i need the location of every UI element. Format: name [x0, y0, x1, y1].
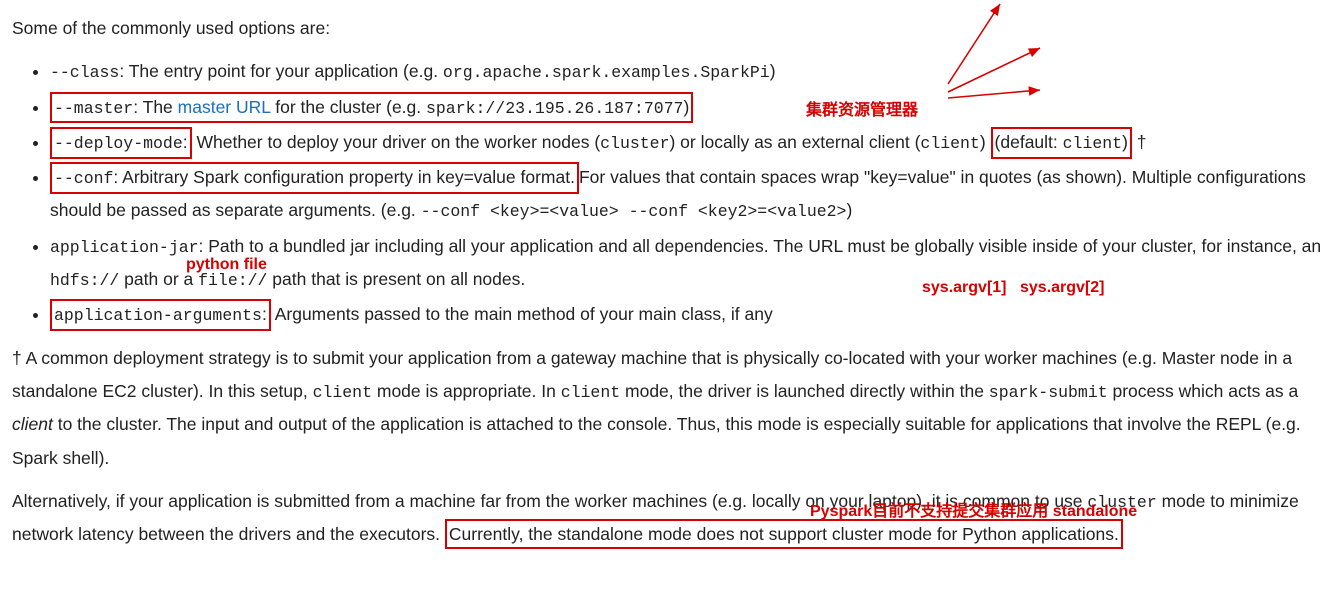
annot-python-file: python file	[186, 250, 267, 280]
annot-argv2: sys.argv[2]	[1020, 273, 1105, 303]
annot-cluster-manager: 集群资源管理器	[806, 96, 918, 126]
annotation-arrows	[0, 0, 1341, 400]
annot-argv1: sys.argv[1]	[922, 273, 1007, 303]
annot-pyspark-note: Pyspark目前不支持提交集群应用 standalone	[810, 497, 1137, 527]
